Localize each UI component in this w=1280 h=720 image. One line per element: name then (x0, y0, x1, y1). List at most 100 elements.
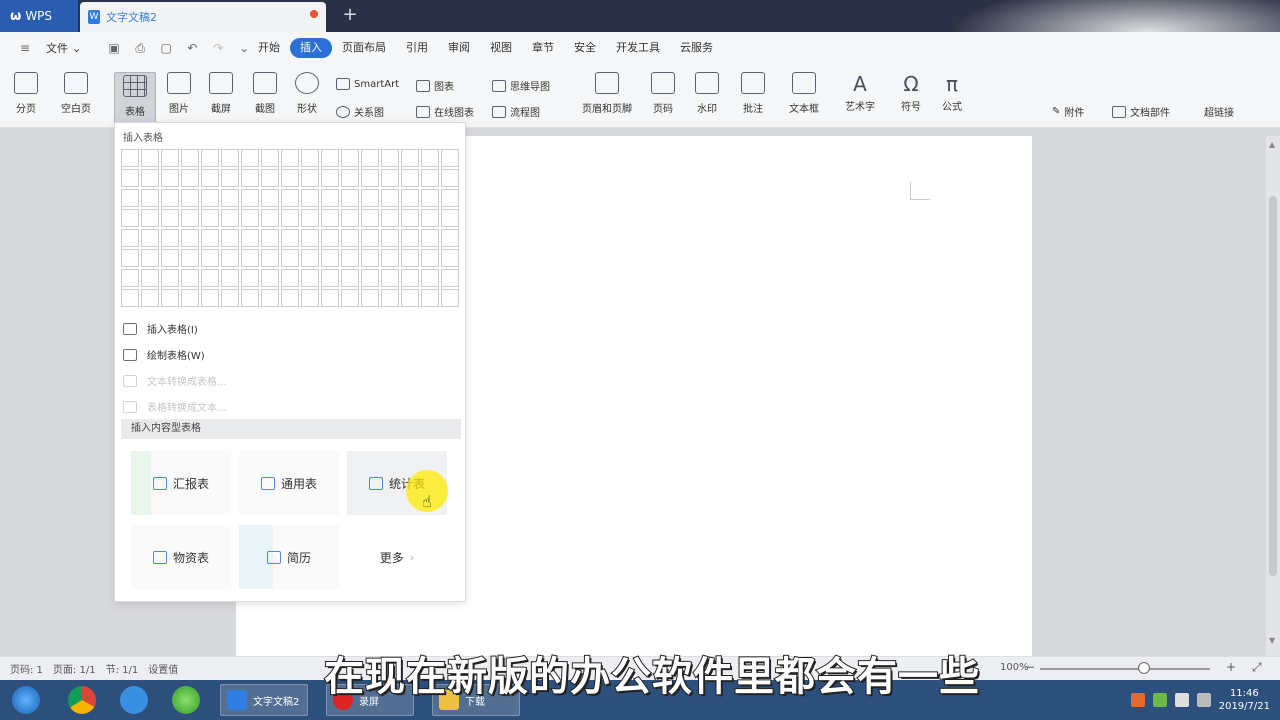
table-grid-cell[interactable] (401, 169, 419, 187)
table-grid-cell[interactable] (341, 169, 359, 187)
table-grid-cell[interactable] (301, 209, 319, 227)
table-grid-cell[interactable] (361, 149, 379, 167)
table-grid-cell[interactable] (161, 189, 179, 207)
zoom-in-icon[interactable]: + (1226, 660, 1236, 674)
table-grid-cell[interactable] (221, 289, 239, 307)
template-supplies[interactable]: 物资表 (131, 525, 231, 589)
picture-button[interactable]: 图片 (160, 68, 198, 115)
table-grid-cell[interactable] (241, 249, 259, 267)
table-grid-cell[interactable] (261, 189, 279, 207)
save-icon[interactable]: ▣ (103, 41, 125, 55)
print-icon[interactable]: ⎙ (129, 41, 151, 56)
table-grid-cell[interactable] (441, 289, 459, 307)
table-grid-cell[interactable] (381, 289, 399, 307)
table-grid-cell[interactable] (181, 209, 199, 227)
doc-parts-button[interactable]: 文档部件 (1112, 104, 1170, 119)
taskbar-clock[interactable]: 11:46 2019/7/21 (1219, 687, 1270, 713)
table-grid-cell[interactable] (321, 189, 339, 207)
table-grid-cell[interactable] (381, 269, 399, 287)
more-templates-button[interactable]: 更多 › (347, 525, 447, 589)
table-grid-cell[interactable] (121, 209, 139, 227)
close-tab-icon[interactable] (310, 10, 318, 18)
table-grid-cell[interactable] (421, 189, 439, 207)
textbox-button[interactable]: 文本框 (780, 68, 828, 115)
table-grid-cell[interactable] (121, 269, 139, 287)
draw-table-option[interactable]: 绘制表格(W) (123, 347, 205, 362)
table-grid-cell[interactable] (221, 269, 239, 287)
table-grid-cell[interactable] (141, 149, 159, 167)
table-grid-cell[interactable] (221, 229, 239, 247)
tab-security[interactable]: 安全 (564, 38, 606, 58)
table-grid-cell[interactable] (341, 289, 359, 307)
table-grid-cell[interactable] (201, 169, 219, 187)
table-grid-cell[interactable] (241, 229, 259, 247)
scroll-up-icon[interactable]: ▲ (1269, 140, 1275, 149)
undo-icon[interactable]: ↶ (181, 41, 203, 55)
page-break-button[interactable]: 分页 (6, 68, 46, 115)
table-grid-cell[interactable] (321, 169, 339, 187)
table-grid-cell[interactable] (261, 249, 279, 267)
template-general[interactable]: 通用表 (239, 451, 339, 515)
file-menu[interactable]: 文件 ⌄ (46, 40, 81, 56)
table-grid-cell[interactable] (301, 269, 319, 287)
table-grid-cell[interactable] (221, 169, 239, 187)
table-grid-cell[interactable] (401, 229, 419, 247)
chrome-icon[interactable] (68, 686, 96, 714)
flowchart-button[interactable]: 流程图 (492, 104, 540, 119)
table-grid-cell[interactable] (261, 169, 279, 187)
table-grid-cell[interactable] (361, 169, 379, 187)
zoom-slider-knob[interactable] (1138, 662, 1150, 674)
table-grid-cell[interactable] (321, 249, 339, 267)
table-grid-cell[interactable] (241, 209, 259, 227)
tab-references[interactable]: 引用 (396, 38, 438, 58)
table-grid-cell[interactable] (381, 189, 399, 207)
table-grid-cell[interactable] (201, 189, 219, 207)
table-grid-cell[interactable] (221, 189, 239, 207)
table-grid-cell[interactable] (441, 169, 459, 187)
table-grid-cell[interactable] (341, 149, 359, 167)
table-grid-cell[interactable] (281, 209, 299, 227)
table-grid-cell[interactable] (241, 149, 259, 167)
table-grid-cell[interactable] (381, 149, 399, 167)
table-grid-cell[interactable] (281, 269, 299, 287)
table-grid-cell[interactable] (241, 269, 259, 287)
template-report[interactable]: 汇报表 (131, 451, 231, 515)
table-grid-cell[interactable] (321, 229, 339, 247)
attachment-button[interactable]: ✎ 附件 (1052, 104, 1084, 119)
mindmap-button[interactable]: 思维导图 (492, 78, 550, 93)
table-grid-cell[interactable] (181, 289, 199, 307)
fit-page-icon[interactable]: ⤢ (1252, 660, 1262, 675)
table-grid-cell[interactable] (381, 209, 399, 227)
tray-volume-icon[interactable] (1196, 693, 1211, 707)
table-grid-cell[interactable] (201, 149, 219, 167)
tray-security-icon[interactable] (1152, 693, 1167, 707)
ie-browser-icon[interactable] (172, 686, 200, 714)
table-grid-cell[interactable] (441, 209, 459, 227)
table-grid-cell[interactable] (121, 149, 139, 167)
formula-button[interactable]: π 公式 (936, 68, 968, 113)
table-grid-cell[interactable] (141, 169, 159, 187)
table-grid-cell[interactable] (301, 149, 319, 167)
table-grid-cell[interactable] (181, 249, 199, 267)
table-grid-cell[interactable] (341, 249, 359, 267)
table-grid-cell[interactable] (341, 189, 359, 207)
table-grid-cell[interactable] (341, 269, 359, 287)
table-grid-cell[interactable] (341, 209, 359, 227)
tray-app-icon[interactable] (1130, 693, 1145, 707)
table-grid-cell[interactable] (401, 189, 419, 207)
table-grid-cell[interactable] (181, 229, 199, 247)
table-grid-cell[interactable] (201, 269, 219, 287)
scroll-down-icon[interactable]: ▼ (1269, 636, 1275, 645)
wordart-button[interactable]: A 艺术字 (836, 68, 884, 113)
tray-network-icon[interactable] (1174, 693, 1189, 707)
table-grid-cell[interactable] (141, 289, 159, 307)
table-grid-cell[interactable] (181, 269, 199, 287)
menu-icon[interactable]: ≡ (14, 41, 36, 55)
table-grid-cell[interactable] (441, 149, 459, 167)
start-button-icon[interactable] (12, 686, 40, 714)
vertical-scrollbar[interactable]: ▲ ▼ (1266, 136, 1280, 656)
table-grid-cell[interactable] (281, 169, 299, 187)
redo-icon[interactable]: ↷ (207, 41, 229, 55)
symbol-button[interactable]: Ω 符号 (892, 68, 930, 113)
table-grid-cell[interactable] (201, 289, 219, 307)
